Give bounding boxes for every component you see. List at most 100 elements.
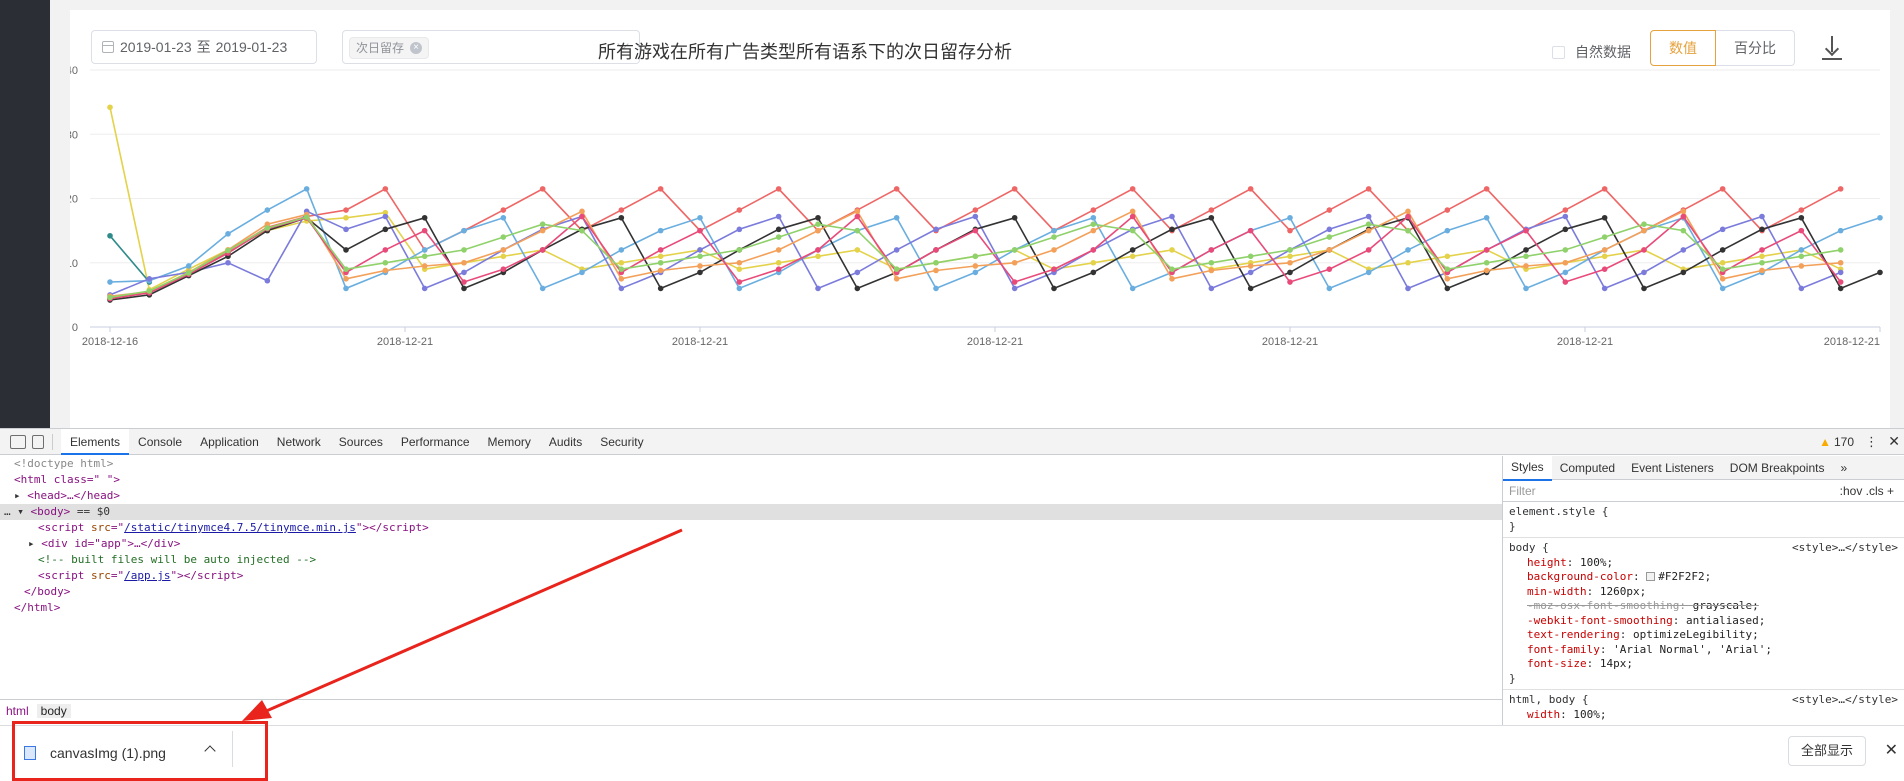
data-point — [264, 225, 271, 231]
tab-console[interactable]: Console — [129, 429, 191, 455]
data-point — [579, 269, 585, 276]
tab-computed[interactable]: Computed — [1552, 456, 1623, 480]
rule-source-2[interactable]: <style>…</style> — [1792, 693, 1898, 708]
css-prop[interactable]: height: 100%; — [1509, 556, 1898, 571]
data-point — [1798, 247, 1805, 253]
tab-elements[interactable]: Elements — [61, 428, 130, 455]
download-bar: canvasImg (1).png 全部显示 ✕ — [0, 725, 1904, 781]
css-prop[interactable]: background-color: #F2F2F2; — [1509, 570, 1898, 585]
data-point — [893, 214, 900, 221]
data-point — [382, 259, 389, 266]
breadcrumb-body[interactable]: body — [36, 704, 71, 718]
css-prop[interactable]: -moz-osx-font-smoothing: grayscale; — [1509, 599, 1898, 614]
device-toggle-icon[interactable] — [32, 434, 44, 449]
close-download-bar-icon[interactable]: ✕ — [1885, 740, 1898, 760]
dom-line-comment[interactable]: <!-- built files will be auto injected -… — [0, 552, 1502, 568]
data-point — [539, 247, 546, 253]
data-point — [1169, 226, 1175, 233]
dom-line-body[interactable]: … ▾ <body> == $0 — [0, 504, 1502, 520]
warning-counter[interactable]: ▲ 170 — [1819, 435, 1854, 449]
rule-html-body[interactable]: <style>…</style> html, body { width: 100… — [1503, 690, 1904, 726]
data-point — [461, 285, 467, 292]
data-point — [972, 269, 979, 276]
data-point — [382, 226, 389, 233]
css-prop[interactable]: font-family: 'Arial Normal', 'Arial'; — [1509, 643, 1898, 658]
css-prop[interactable]: font-size: 14px; — [1509, 657, 1898, 672]
data-point — [775, 259, 782, 266]
data-point — [736, 279, 743, 285]
dom-line-html-close[interactable]: </html> — [0, 600, 1502, 616]
tab-styles[interactable]: Styles — [1503, 456, 1552, 481]
warning-icon: ▲ — [1819, 435, 1831, 449]
data-point — [893, 247, 900, 253]
tab-dom-breakpoints[interactable]: DOM Breakpoints — [1722, 456, 1833, 480]
data-point — [1405, 213, 1411, 220]
show-all-button[interactable]: 全部显示 — [1787, 736, 1866, 766]
data-point — [1011, 259, 1018, 266]
css-prop[interactable]: -webkit-font-smoothing: antialiased; — [1509, 614, 1898, 629]
tab-network[interactable]: Network — [268, 429, 330, 455]
dom-line-app-div[interactable]: ▸ <div id="app">…</div> — [0, 536, 1502, 552]
dom-line-html[interactable]: <html class=" "> — [0, 472, 1502, 488]
data-point — [815, 247, 821, 253]
data-point — [1444, 276, 1451, 282]
tab-security[interactable]: Security — [591, 429, 652, 455]
data-point — [461, 279, 467, 285]
dom-line-doctype[interactable]: <!doctype html> — [0, 456, 1502, 472]
data-point — [1051, 285, 1057, 292]
data-point — [657, 186, 664, 192]
tab-application[interactable]: Application — [191, 429, 268, 455]
data-point — [736, 259, 743, 266]
dom-line-head[interactable]: ▸ <head>…</head> — [0, 488, 1502, 504]
rule-body[interactable]: <style>…</style> body { height: 100%; bac… — [1503, 538, 1904, 690]
tab-sources[interactable]: Sources — [330, 429, 392, 455]
tab-memory[interactable]: Memory — [479, 429, 540, 455]
data-point — [500, 266, 507, 272]
data-point — [854, 213, 861, 220]
data-point — [697, 227, 703, 234]
data-point — [933, 285, 939, 292]
more-options-icon[interactable]: ⋮ — [1865, 434, 1878, 450]
more-tabs-icon[interactable]: » — [1832, 456, 1855, 480]
dom-line-script-app[interactable]: <script src="/app.js"></script> — [0, 568, 1502, 584]
data-point — [1798, 253, 1805, 260]
tab-performance[interactable]: Performance — [392, 429, 479, 455]
data-point — [343, 226, 349, 233]
data-point — [500, 234, 507, 240]
data-point — [500, 247, 507, 253]
inspect-icon[interactable] — [10, 434, 26, 449]
css-prop[interactable]: text-rendering: optimizeLegibility; — [1509, 628, 1898, 643]
y-tick-label: 20 — [70, 194, 78, 206]
color-swatch[interactable] — [1646, 572, 1656, 581]
tab-audits[interactable]: Audits — [540, 429, 591, 455]
data-point — [146, 276, 153, 282]
data-point — [618, 247, 625, 253]
rule-element-style[interactable]: element.style { } — [1503, 502, 1904, 538]
data-point — [1208, 214, 1215, 221]
breadcrumb-html[interactable]: html — [6, 704, 29, 718]
data-point — [1719, 226, 1726, 233]
css-prop[interactable]: min-width: 1260px; — [1509, 585, 1898, 600]
data-point — [1405, 247, 1411, 253]
data-point — [1247, 269, 1254, 276]
data-point — [893, 266, 900, 272]
data-point — [421, 227, 428, 234]
close-devtools-icon[interactable]: ✕ — [1888, 433, 1900, 450]
data-point — [815, 221, 821, 227]
data-point — [1169, 266, 1175, 272]
data-point — [775, 186, 782, 192]
dom-line-body-close[interactable]: </body> — [0, 584, 1502, 600]
filter-options[interactable]: :hov .cls + — [1840, 484, 1894, 498]
data-point — [1759, 267, 1765, 274]
styles-filter[interactable]: Filter :hov .cls + — [1503, 480, 1904, 502]
data-point — [539, 221, 546, 227]
rule-source[interactable]: <style>…</style> — [1792, 541, 1898, 556]
dom-line-script-tinymce[interactable]: <script src="/static/tinymce4.7.5/tinymc… — [0, 520, 1502, 536]
data-point — [1287, 247, 1293, 253]
data-point — [1287, 253, 1293, 260]
data-point — [1837, 269, 1844, 276]
data-point — [1405, 259, 1411, 266]
data-point — [1011, 279, 1018, 285]
tab-event-listeners[interactable]: Event Listeners — [1623, 456, 1722, 480]
data-point — [697, 214, 703, 221]
